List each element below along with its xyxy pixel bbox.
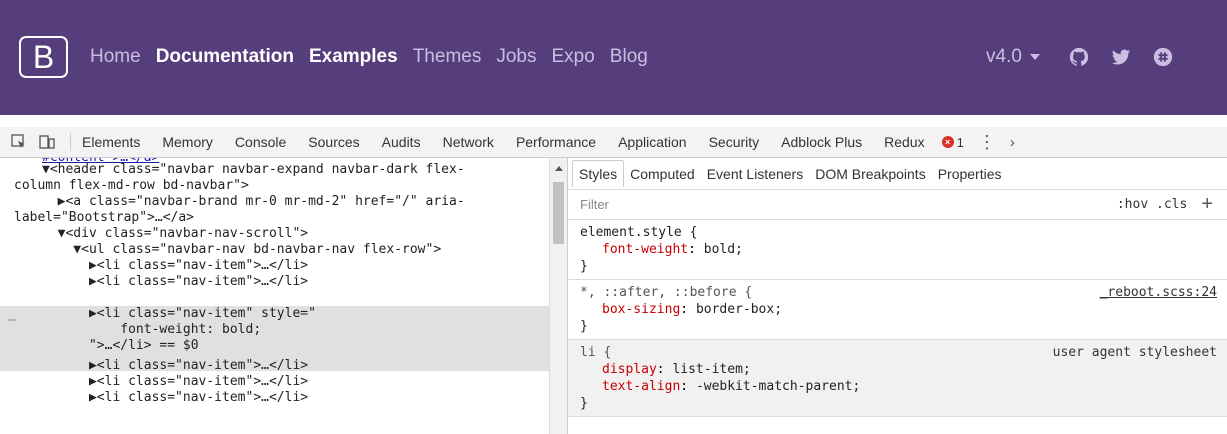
style-rule: *, ::after, ::before { _reboot.scss:24 b… — [568, 280, 1227, 340]
twitter-icon[interactable] — [1110, 46, 1132, 68]
tab-redux[interactable]: Redux — [873, 127, 935, 158]
nav-links: Home Documentation Examples Themes Jobs … — [90, 42, 663, 72]
dom-node-header-cont: column flex-md-row bd-navbar"> — [14, 178, 249, 193]
more-options-icon[interactable]: ⋮ — [978, 127, 996, 158]
nav-link-documentation[interactable]: Documentation — [156, 42, 294, 72]
tab-sources[interactable]: Sources — [297, 127, 370, 158]
rule-close: } — [580, 396, 588, 411]
nav-link-themes[interactable]: Themes — [413, 42, 482, 72]
dom-node-nav-scroll[interactable]: ▼<div class="navbar-nav-scroll"> — [42, 226, 308, 242]
nav-link-blog[interactable]: Blog — [610, 42, 648, 72]
tab-computed[interactable]: Computed — [624, 161, 701, 187]
error-icon: × — [941, 136, 954, 148]
style-property[interactable]: display: list-item; — [580, 361, 1217, 378]
dom-node-ul[interactable]: ▼<ul class="navbar-nav bd-navbar-nav fle… — [42, 242, 441, 258]
tab-application[interactable]: Application — [607, 127, 698, 158]
selected-node-dots: … — [8, 310, 16, 325]
dom-node-li-style: font-weight: bold; — [42, 322, 262, 337]
rule-source-link[interactable]: _reboot.scss:24 — [1100, 284, 1217, 301]
rule-close: } — [580, 259, 588, 274]
nav-link-expo[interactable]: Expo — [551, 42, 594, 72]
dom-node-li-close: ">…</li> == $0 — [42, 338, 199, 353]
styles-pane: Styles Computed Event Listeners DOM Brea… — [567, 158, 1227, 434]
rule-close: } — [580, 319, 588, 334]
style-rule: li { user agent stylesheet display: list… — [568, 340, 1227, 417]
tab-event-listeners[interactable]: Event Listeners — [701, 161, 810, 187]
dom-node-li[interactable]: ▶<li class="nav-item">…</li> — [42, 374, 308, 390]
version-dropdown[interactable]: v4.0 — [986, 42, 1022, 72]
bootstrap-navbar: B Home Documentation Examples Themes Job… — [0, 0, 1227, 115]
rule-source: user agent stylesheet — [1052, 345, 1217, 360]
styles-filter-row: Filter :hov .cls + — [568, 190, 1227, 220]
dom-node-brand[interactable]: ▶<a class="navbar-brand mr-0 mr-md-2" hr… — [42, 194, 465, 210]
dom-node-li[interactable]: ▶<li class="nav-item">…</li> — [42, 274, 308, 290]
github-icon[interactable] — [1068, 46, 1090, 68]
tab-properties[interactable]: Properties — [932, 161, 1008, 187]
devtools-toolbar: Elements Memory Console Sources Audits N… — [0, 127, 1227, 158]
chevron-right-icon[interactable]: › — [1010, 134, 1015, 151]
tab-adblock-plus[interactable]: Adblock Plus — [770, 127, 873, 158]
nav-link-jobs[interactable]: Jobs — [496, 42, 536, 72]
error-count: 1 — [956, 134, 964, 150]
hov-cls-toggle[interactable]: :hov .cls — [1117, 197, 1187, 212]
error-badge[interactable]: × 1 — [941, 134, 964, 150]
tab-styles[interactable]: Styles — [572, 160, 625, 187]
dom-node-li-selected[interactable]: ▶<li class="nav-item" style=" — [42, 306, 316, 322]
tab-dom-breakpoints[interactable]: DOM Breakpoints — [809, 161, 931, 187]
bootstrap-logo[interactable]: B — [19, 36, 68, 78]
dom-node-brand-cont: label="Bootstrap">…</a> — [14, 210, 195, 225]
dom-node-header[interactable]: ▼<header class="navbar navbar-expand nav… — [42, 162, 465, 178]
dom-node-li[interactable]: ▶<li class="nav-item">…</li> — [42, 358, 308, 374]
style-rule: element.style { font-weight: bold; } — [568, 220, 1227, 280]
tab-console[interactable]: Console — [224, 127, 297, 158]
elements-tree: #content">…</a> ▼<header class="navbar n… — [0, 158, 549, 434]
tab-memory[interactable]: Memory — [151, 127, 224, 158]
style-property[interactable]: text-align: -webkit-match-parent; — [580, 378, 1217, 395]
tab-elements[interactable]: Elements — [71, 127, 151, 158]
nav-link-home[interactable]: Home — [90, 42, 141, 72]
style-property[interactable]: font-weight: bold; — [580, 241, 1217, 258]
slack-icon[interactable] — [1152, 46, 1174, 68]
style-property[interactable]: box-sizing: border-box; — [580, 301, 1217, 318]
chevron-down-icon[interactable] — [1029, 54, 1040, 60]
new-rule-icon[interactable]: + — [1201, 193, 1213, 216]
tab-performance[interactable]: Performance — [505, 127, 607, 158]
rule-selector[interactable]: element.style { — [580, 224, 1217, 241]
tab-security[interactable]: Security — [698, 127, 771, 158]
tab-network[interactable]: Network — [432, 127, 505, 158]
device-toggle-icon[interactable] — [38, 133, 56, 151]
filter-input[interactable]: Filter — [580, 197, 1117, 212]
dom-node-li[interactable]: ▶<li class="nav-item">…</li> — [42, 390, 308, 406]
elements-scrollbar[interactable] — [549, 158, 567, 434]
nav-right: v4.0 — [986, 42, 1194, 72]
scroll-thumb[interactable] — [553, 182, 564, 244]
scroll-up-arrow-icon[interactable] — [555, 166, 563, 171]
dom-node-li[interactable]: ▶<li class="nav-item">…</li> — [42, 258, 308, 274]
nav-link-examples[interactable]: Examples — [309, 42, 398, 72]
tab-audits[interactable]: Audits — [371, 127, 432, 158]
inspect-element-icon[interactable] — [10, 133, 28, 151]
styles-tabs: Styles Computed Event Listeners DOM Brea… — [568, 158, 1227, 190]
